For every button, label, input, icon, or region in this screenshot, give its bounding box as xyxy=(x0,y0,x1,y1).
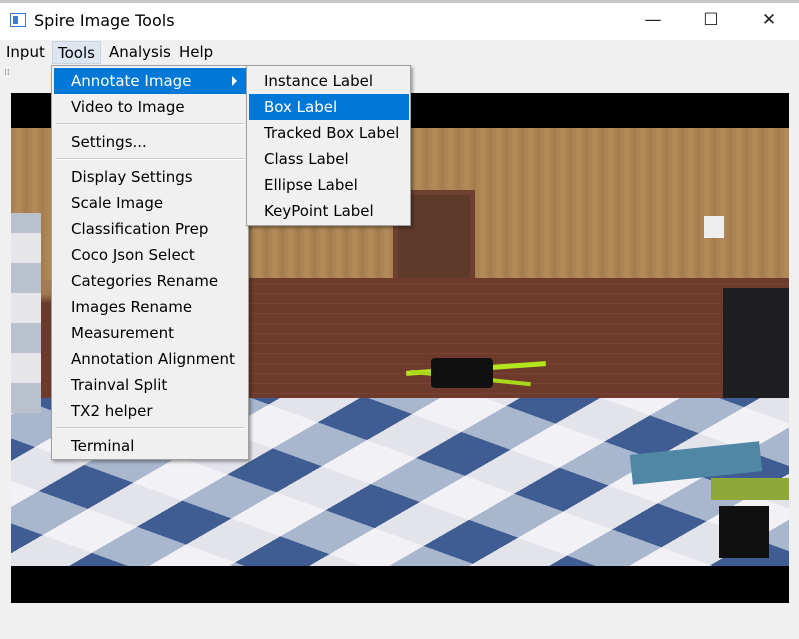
menu-item-images-rename[interactable]: Images Rename xyxy=(54,294,246,320)
submenu-item-box-label[interactable]: Box Label xyxy=(249,94,409,120)
annotate-image-submenu: Instance Label Box Label Tracked Box Lab… xyxy=(246,65,411,226)
menu-item-settings[interactable]: Settings... xyxy=(54,129,246,155)
submenu-item-ellipse-label[interactable]: Ellipse Label xyxy=(249,172,409,198)
stacked-mats xyxy=(11,213,41,413)
menu-item-coco-json-select[interactable]: Coco Json Select xyxy=(54,242,246,268)
menu-item-terminal[interactable]: Terminal xyxy=(54,433,246,459)
submenu-arrow-icon xyxy=(232,76,237,86)
black-object xyxy=(719,506,769,558)
menu-item-label: Annotate Image xyxy=(71,72,192,90)
minimize-button[interactable]: — xyxy=(630,0,676,40)
menu-separator xyxy=(56,123,244,125)
menu-item-classification-prep[interactable]: Classification Prep xyxy=(54,216,246,242)
title-bar: Spire Image Tools — ☐ ✕ xyxy=(0,0,799,40)
menu-analysis[interactable]: Analysis xyxy=(104,41,176,64)
menu-item-measurement[interactable]: Measurement xyxy=(54,320,246,346)
menu-item-annotate-image[interactable]: Annotate Image xyxy=(54,68,246,94)
wall-note xyxy=(704,216,724,238)
close-button[interactable]: ✕ xyxy=(746,0,792,40)
submenu-item-instance-label[interactable]: Instance Label xyxy=(249,68,409,94)
menu-tools[interactable]: Tools xyxy=(52,41,101,64)
menu-item-scale-image[interactable]: Scale Image xyxy=(54,190,246,216)
submenu-item-class-label[interactable]: Class Label xyxy=(249,146,409,172)
menu-item-video-to-image[interactable]: Video to Image xyxy=(54,94,246,120)
menu-separator xyxy=(56,427,244,429)
menu-help[interactable]: Help xyxy=(174,41,218,64)
toolbar-grip-icon[interactable]: ⁞⁞ xyxy=(4,68,10,78)
tools-dropdown-menu: Annotate Image Video to Image Settings..… xyxy=(51,65,249,460)
menu-item-annotation-alignment[interactable]: Annotation Alignment xyxy=(54,346,246,372)
submenu-item-keypoint-label[interactable]: KeyPoint Label xyxy=(249,198,409,224)
maximize-button[interactable]: ☐ xyxy=(688,0,734,40)
menu-item-trainval-split[interactable]: Trainval Split xyxy=(54,372,246,398)
submenu-item-tracked-box-label[interactable]: Tracked Box Label xyxy=(249,120,409,146)
menu-item-categories-rename[interactable]: Categories Rename xyxy=(54,268,246,294)
top-strip xyxy=(0,0,799,3)
window-title: Spire Image Tools xyxy=(34,11,175,30)
app-window-icon xyxy=(10,13,26,27)
drone xyxy=(431,358,493,388)
menu-item-tx2-helper[interactable]: TX2 helper xyxy=(54,398,246,424)
menu-input[interactable]: Input xyxy=(1,41,50,64)
menu-separator xyxy=(56,158,244,160)
green-cloth xyxy=(711,478,789,500)
menu-item-display-settings[interactable]: Display Settings xyxy=(54,164,246,190)
